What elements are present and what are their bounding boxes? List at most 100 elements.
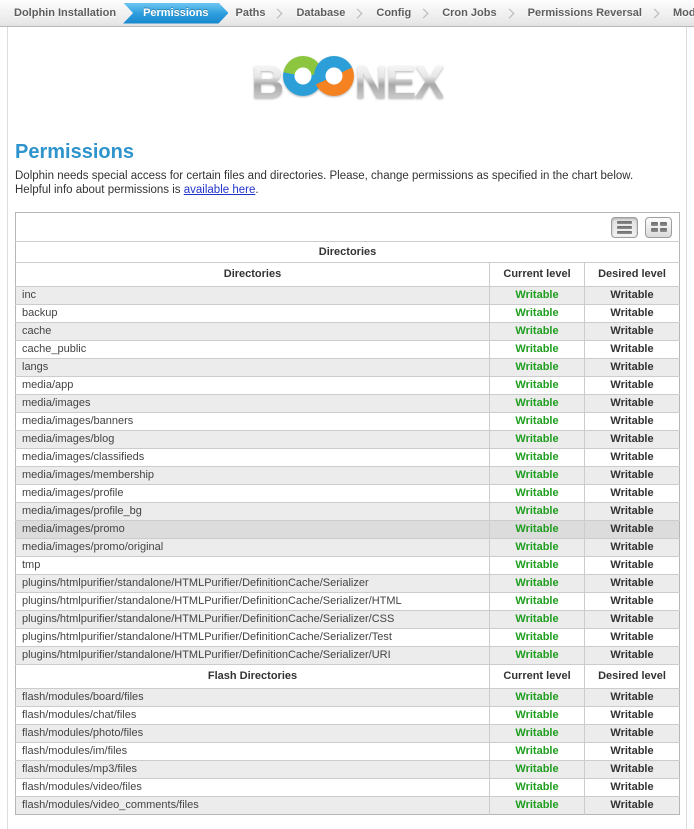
current-level-value: Writable <box>490 557 585 575</box>
current-level-value: Writable <box>490 431 585 449</box>
desired-level-value: Writable <box>585 629 680 647</box>
desired-level-value: Writable <box>585 725 680 743</box>
section-title: Directories <box>16 263 490 287</box>
table-row: flash/modules/im/filesWritableWritable <box>16 743 680 761</box>
permissions-info-link[interactable]: available here <box>184 184 256 196</box>
current-level-value: Writable <box>490 485 585 503</box>
permissions-table-body: Directories DirectoriesCurrent levelDesi… <box>16 213 680 815</box>
table-row: media/images/promo/originalWritableWrita… <box>16 539 680 557</box>
boonex-logo: BNEX <box>15 56 679 108</box>
current-level-value: Writable <box>490 305 585 323</box>
description-suffix: . <box>255 184 258 196</box>
directory-path: langs <box>16 359 490 377</box>
desired-level-value: Writable <box>585 539 680 557</box>
nav-step-paths[interactable]: Paths <box>229 7 271 19</box>
directory-path: media/images/blog <box>16 431 490 449</box>
table-row: plugins/htmlpurifier/standalone/HTMLPuri… <box>16 629 680 647</box>
current-level-value: Writable <box>490 413 585 431</box>
logo-ring-blue-orange-icon <box>314 56 354 96</box>
current-level-value: Writable <box>490 743 585 761</box>
desired-level-value: Writable <box>585 521 680 539</box>
desired-level-value: Writable <box>585 575 680 593</box>
directory-path: tmp <box>16 557 490 575</box>
desired-level-value: Writable <box>585 761 680 779</box>
directory-path: flash/modules/board/files <box>16 689 490 707</box>
desired-level-value: Writable <box>585 323 680 341</box>
desired-level-value: Writable <box>585 485 680 503</box>
current-level-value: Writable <box>490 449 585 467</box>
description-line2: Helpful info about permissions is <box>15 184 184 196</box>
table-row: plugins/htmlpurifier/standalone/HTMLPuri… <box>16 593 680 611</box>
desired-level-value: Writable <box>585 707 680 725</box>
current-level-value: Writable <box>490 503 585 521</box>
current-level-value: Writable <box>490 575 585 593</box>
chevron-separator-icon <box>419 8 429 18</box>
current-level-value: Writable <box>490 647 585 665</box>
column-current-level: Current level <box>490 263 585 287</box>
desired-level-value: Writable <box>585 689 680 707</box>
directory-path: media/app <box>16 377 490 395</box>
page-panel: BNEX Permissions Dolphin needs special a… <box>7 27 687 829</box>
directory-path: cache_public <box>16 341 490 359</box>
directory-path: media/images/profile <box>16 485 490 503</box>
directory-path: flash/modules/chat/files <box>16 707 490 725</box>
directory-path: flash/modules/mp3/files <box>16 761 490 779</box>
permissions-table: Directories DirectoriesCurrent levelDesi… <box>15 212 680 815</box>
description-line1: Dolphin needs special access for certain… <box>15 170 633 182</box>
nav-step-dolphin-installation[interactable]: Dolphin Installation <box>8 7 122 19</box>
column-desired-level: Desired level <box>585 263 680 287</box>
list-view-button[interactable] <box>611 217 638 238</box>
column-desired-level: Desired level <box>585 665 680 689</box>
directory-path: plugins/htmlpurifier/standalone/HTMLPuri… <box>16 611 490 629</box>
table-row: media/appWritableWritable <box>16 377 680 395</box>
directory-path: plugins/htmlpurifier/standalone/HTMLPuri… <box>16 629 490 647</box>
table-row: media/imagesWritableWritable <box>16 395 680 413</box>
table-row: flash/modules/video/filesWritableWritabl… <box>16 779 680 797</box>
page-description: Dolphin needs special access for certain… <box>15 169 679 197</box>
nav-step-cron-jobs[interactable]: Cron Jobs <box>436 7 502 19</box>
view-toolbar-row <box>16 213 680 242</box>
directory-path: plugins/htmlpurifier/standalone/HTMLPuri… <box>16 575 490 593</box>
nav-step-database[interactable]: Database <box>290 7 351 19</box>
current-level-value: Writable <box>490 593 585 611</box>
desired-level-value: Writable <box>585 359 680 377</box>
nav-step-permissions[interactable]: Permissions <box>123 3 228 24</box>
grid-view-icon <box>651 222 667 232</box>
desired-level-value: Writable <box>585 467 680 485</box>
desired-level-value: Writable <box>585 377 680 395</box>
directory-path: media/images/banners <box>16 413 490 431</box>
list-view-icon <box>617 221 632 234</box>
table-row: media/images/profileWritableWritable <box>16 485 680 503</box>
table-row: flash/modules/photo/filesWritableWritabl… <box>16 725 680 743</box>
current-level-value: Writable <box>490 323 585 341</box>
desired-level-value: Writable <box>585 797 680 815</box>
section-title: Flash Directories <box>16 665 490 689</box>
directory-path: plugins/htmlpurifier/standalone/HTMLPuri… <box>16 593 490 611</box>
directory-path: plugins/htmlpurifier/standalone/HTMLPuri… <box>16 647 490 665</box>
current-level-value: Writable <box>490 395 585 413</box>
desired-level-value: Writable <box>585 503 680 521</box>
table-row: flash/modules/video_comments/filesWritab… <box>16 797 680 815</box>
table-row: media/images/bannersWritableWritable <box>16 413 680 431</box>
table-row: langsWritableWritable <box>16 359 680 377</box>
directory-path: media/images/promo/original <box>16 539 490 557</box>
directory-path: flash/modules/photo/files <box>16 725 490 743</box>
current-level-value: Writable <box>490 707 585 725</box>
table-row: flash/modules/chat/filesWritableWritable <box>16 707 680 725</box>
current-level-value: Writable <box>490 797 585 815</box>
nav-step-permissions-reversal[interactable]: Permissions Reversal <box>522 7 648 19</box>
table-row: media/images/promoWritableWritable <box>16 521 680 539</box>
current-level-value: Writable <box>490 467 585 485</box>
logo-letter-b: B <box>251 56 282 108</box>
table-caption-row: Directories <box>16 242 680 263</box>
directory-path: backup <box>16 305 490 323</box>
grid-view-button[interactable] <box>645 217 672 238</box>
current-level-value: Writable <box>490 761 585 779</box>
current-level-value: Writable <box>490 521 585 539</box>
nav-step-modules[interactable]: Modules <box>667 7 694 19</box>
current-level-value: Writable <box>490 341 585 359</box>
nav-step-config[interactable]: Config <box>370 7 417 19</box>
section-header-row: DirectoriesCurrent levelDesired level <box>16 263 680 287</box>
table-row: media/images/blogWritableWritable <box>16 431 680 449</box>
desired-level-value: Writable <box>585 743 680 761</box>
